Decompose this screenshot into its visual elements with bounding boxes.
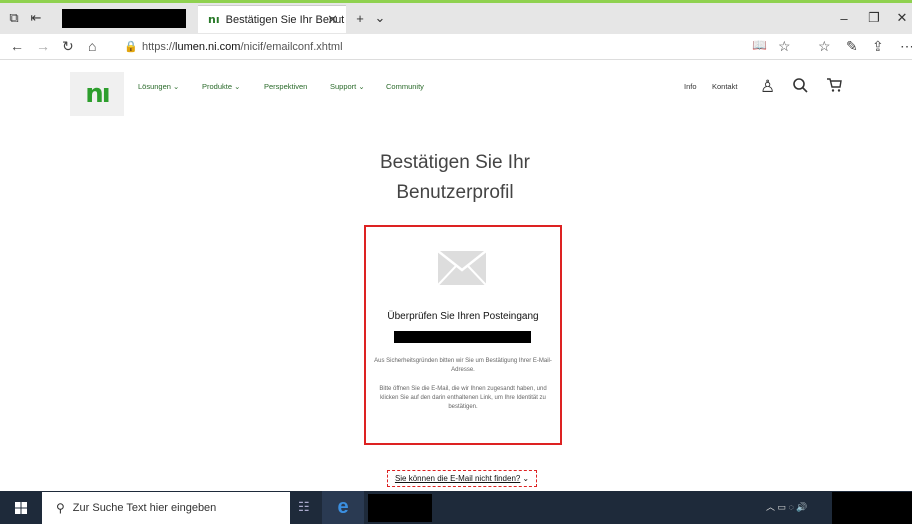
close-window-icon[interactable]: ✕ bbox=[892, 8, 912, 28]
ni-favicon-icon: nı bbox=[208, 13, 220, 26]
ni-logo-text: nı bbox=[85, 79, 110, 109]
favorite-star-icon[interactable]: ☆ bbox=[778, 38, 791, 55]
nav-perspektiven[interactable]: Perspektiven bbox=[264, 82, 307, 91]
ni-logo[interactable]: nı bbox=[70, 72, 124, 116]
page-title: Bestätigen Sie Ihr Benutzerprofil bbox=[300, 148, 610, 208]
url-prefix: https:// bbox=[142, 40, 176, 53]
nav-produkte[interactable]: Produkte ⌄ bbox=[202, 82, 240, 91]
security-text: Aus Sicherheitsgründen bitten wir Sie um… bbox=[374, 358, 552, 373]
taskbar-search-input[interactable]: ⚲ Zur Suche Text hier eingeben bbox=[42, 492, 290, 524]
chevron-down-icon: ⌄ bbox=[522, 474, 530, 483]
redacted-tab[interactable] bbox=[62, 9, 186, 28]
forward-icon[interactable]: → bbox=[36, 38, 50, 54]
nav-kontakt[interactable]: Kontakt bbox=[712, 82, 737, 91]
redacted-clock bbox=[832, 492, 912, 524]
nav-loesungen[interactable]: Lösungen ⌄ bbox=[138, 82, 179, 91]
windows-start-icon[interactable] bbox=[0, 491, 42, 524]
email-not-found-link[interactable]: Sie können die E-Mail nicht finden? ⌄ bbox=[387, 470, 537, 487]
url-field[interactable]: https://lumen.ni.com/nicif/emailconf.xht… bbox=[142, 37, 750, 56]
tabs-aside-icon[interactable]: ⇤ bbox=[26, 8, 46, 28]
reading-view-icon[interactable]: 📖 bbox=[752, 38, 767, 52]
minimize-icon[interactable]: – bbox=[834, 8, 854, 28]
refresh-icon[interactable]: ↻ bbox=[62, 38, 74, 55]
email-not-found-label: Sie können die E-Mail nicht finden? bbox=[394, 474, 521, 483]
new-tab-icon[interactable]: + bbox=[350, 8, 370, 28]
instruction-text: Bitte öffnen Sie die E-Mail, die wir Ihn… bbox=[379, 386, 547, 410]
nav-info[interactable]: Info bbox=[684, 82, 697, 91]
share-icon[interactable]: ⇪ bbox=[872, 38, 884, 55]
close-tab-icon[interactable]: ✕ bbox=[327, 12, 338, 28]
favorites-list-icon[interactable]: ☆ bbox=[818, 38, 831, 55]
account-icon[interactable]: ♙ bbox=[760, 77, 775, 97]
lock-icon: 🔒 bbox=[124, 41, 138, 53]
home-icon[interactable]: ⌂ bbox=[88, 38, 96, 54]
tab-list-chevron-icon[interactable]: ⌄ bbox=[370, 8, 390, 28]
url-path: /nicif/emailconf.xhtml bbox=[240, 40, 343, 53]
page-title-line1: Bestätigen Sie Ihr bbox=[380, 152, 530, 173]
redacted-email bbox=[394, 331, 531, 343]
task-view-icon[interactable]: ☷ bbox=[298, 499, 310, 515]
nav-community[interactable]: Community bbox=[386, 82, 424, 91]
system-tray[interactable]: ︿ ▭ ◌ 🔊 bbox=[766, 500, 808, 513]
search-icon: ⚲ bbox=[56, 501, 65, 515]
back-icon[interactable]: ← bbox=[10, 38, 24, 54]
more-icon[interactable]: ⋯ bbox=[900, 38, 912, 55]
pen-icon[interactable]: ✎ bbox=[846, 38, 858, 55]
search-icon[interactable] bbox=[792, 77, 808, 98]
card-heading: Überprüfen Sie Ihren Posteingang bbox=[387, 311, 539, 322]
tab-actions-icon[interactable]: ⧉ bbox=[4, 8, 24, 28]
tab-active[interactable]: nı Bestätigen Sie Ihr Benut ✕ bbox=[198, 5, 346, 33]
envelope-icon bbox=[437, 250, 487, 286]
maximize-icon[interactable]: ❐ bbox=[864, 8, 884, 28]
taskbar-search-placeholder: Zur Suche Text hier eingeben bbox=[72, 502, 217, 514]
page-title-line2: Benutzerprofil bbox=[396, 182, 514, 203]
nav-support[interactable]: Support ⌄ bbox=[330, 82, 365, 91]
redacted-taskbar-item[interactable] bbox=[368, 494, 432, 522]
cart-icon[interactable] bbox=[826, 77, 842, 98]
url-host: lumen.ni.com bbox=[175, 40, 241, 53]
edge-browser-icon[interactable]: e bbox=[322, 491, 364, 524]
